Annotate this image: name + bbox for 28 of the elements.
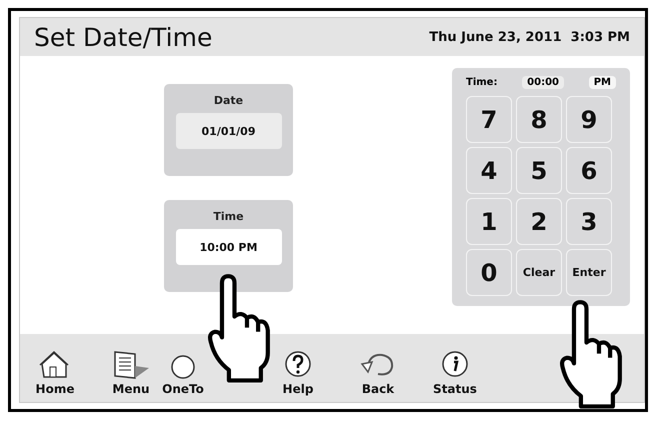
input-field[interactable]: 01/01/09 bbox=[176, 113, 282, 149]
toolbar-button[interactable]: Menu bbox=[106, 350, 156, 396]
digit-key[interactable]: 3 bbox=[566, 198, 612, 245]
digit-key[interactable]: 7 bbox=[466, 96, 512, 143]
field-label: Date bbox=[214, 94, 244, 107]
keypad-label: Time: bbox=[466, 76, 498, 88]
toolbar-button[interactable]: Help bbox=[278, 350, 318, 396]
digit-key[interactable]: 0 bbox=[466, 249, 512, 296]
toolbar-button[interactable]: Home bbox=[30, 350, 80, 396]
digit-key[interactable]: 9 bbox=[566, 96, 612, 143]
digit-key[interactable]: 2 bbox=[516, 198, 562, 245]
command-key[interactable]: Clear bbox=[516, 249, 562, 296]
circle-icon bbox=[170, 354, 196, 380]
digit-key[interactable]: 1 bbox=[466, 198, 512, 245]
digit-key[interactable]: 6 bbox=[566, 147, 612, 194]
field-label: Time bbox=[213, 210, 244, 223]
digit-key[interactable]: 4 bbox=[466, 147, 512, 194]
input-field[interactable]: 10:00 PM bbox=[176, 229, 282, 265]
digit-key[interactable]: 8 bbox=[516, 96, 562, 143]
digit-key[interactable]: 5 bbox=[516, 147, 562, 194]
current-datetime: Thu June 23, 2011 3:03 PM bbox=[429, 30, 630, 44]
screen-title: Set Date/Time bbox=[34, 22, 212, 52]
toolbar-button[interactable]: Back bbox=[356, 350, 400, 396]
time-display: 00:00 bbox=[522, 76, 564, 88]
am-pm-toggle[interactable]: PM bbox=[588, 76, 616, 88]
toolbar-button[interactable]: OneTo bbox=[162, 354, 204, 396]
command-key[interactable]: Enter bbox=[566, 249, 612, 296]
toolbar-button[interactable]: Status bbox=[426, 350, 484, 396]
